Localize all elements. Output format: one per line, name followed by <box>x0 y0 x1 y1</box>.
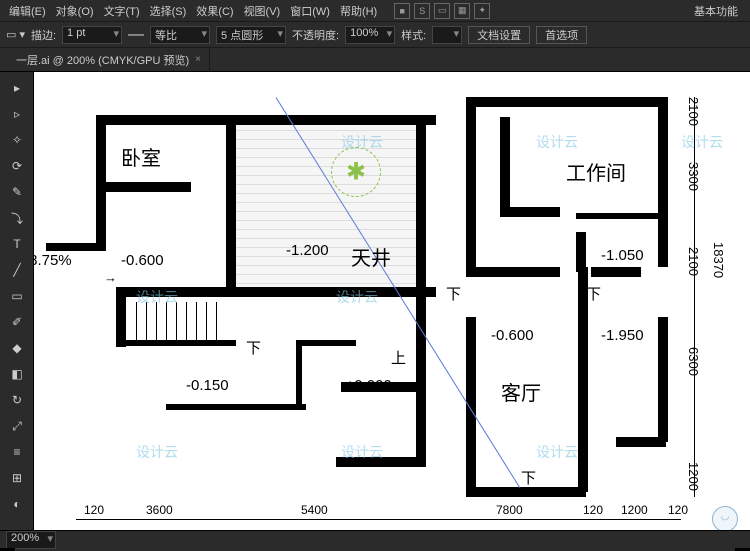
no-selection-icon: ▭ ▾ <box>6 28 25 41</box>
free-transform-tool[interactable]: ⊞ <box>2 466 32 490</box>
dim-v1200: 1200 <box>686 462 701 491</box>
watermark: 设计云 <box>536 132 578 152</box>
header-icon-1[interactable]: ■ <box>394 3 410 19</box>
tab-title: 一层.ai @ 200% (CMYK/GPU 预览) <box>16 52 189 68</box>
dim-5400: 5400 <box>301 503 328 517</box>
label-living: 客厅 <box>501 377 541 406</box>
dim-v6300: 6300 <box>686 347 701 376</box>
watermark: 设计云 <box>681 132 723 152</box>
shape-builder-tool[interactable]: ◐ <box>2 492 32 516</box>
dim-120b: 120 <box>583 503 603 517</box>
selection-tool[interactable]: ▸ <box>2 76 32 100</box>
arrow-down-1: 下 <box>246 337 261 358</box>
opacity-input[interactable]: 100% <box>345 26 395 44</box>
close-tab-icon[interactable]: × <box>195 54 201 65</box>
doc-setup-button[interactable]: 文档设置 <box>468 26 530 44</box>
curvature-tool[interactable]: ⤵ <box>2 206 32 230</box>
dim-120c: 120 <box>668 503 688 517</box>
level-slope: =18.75% <box>34 252 72 269</box>
dim-v2100a: 2100 <box>686 97 701 126</box>
dim-v3300: 3300 <box>686 162 701 191</box>
type-tool[interactable]: T <box>2 232 32 256</box>
magic-wand-tool[interactable]: ✧ <box>2 128 32 152</box>
assistant-icon[interactable] <box>712 506 738 530</box>
stroke-width-icon[interactable]: — <box>128 26 144 44</box>
document-tab[interactable]: 一层.ai @ 200% (CMYK/GPU 预览) × <box>8 48 210 72</box>
header-icon-3[interactable]: ▭ <box>434 3 450 19</box>
level-0600a: -0.600 <box>121 252 164 269</box>
frame-corner <box>0 0 15 15</box>
menu-effect[interactable]: 效果(C) <box>191 3 238 19</box>
level-0000: ±0.000 <box>346 377 392 394</box>
lasso-tool[interactable]: ⟳ <box>2 154 32 178</box>
menu-help[interactable]: 帮助(H) <box>335 3 382 19</box>
style-label: 样式: <box>401 27 426 43</box>
menu-text[interactable]: 文字(T) <box>99 3 145 19</box>
frame-corner <box>0 533 15 551</box>
rectangle-tool[interactable]: ▭ <box>2 284 32 308</box>
level-0150: -0.150 <box>186 377 229 394</box>
menu-object[interactable]: 对象(O) <box>51 3 99 19</box>
menu-select[interactable]: 选择(S) <box>145 3 192 19</box>
artboard: 卧室 天井 工作间 客厅 =18.75% -0.600 -1.200 -1.05… <box>34 72 750 530</box>
level-1050: -1.050 <box>601 247 644 264</box>
frame-corner <box>735 533 750 551</box>
level-0600b: -0.600 <box>491 327 534 344</box>
frame-corner <box>735 0 750 15</box>
dim-v18370: 18370 <box>711 242 726 278</box>
arrow-down-2: 下 <box>446 283 461 304</box>
width-tool[interactable]: ≡ <box>2 440 32 464</box>
profile-select[interactable]: 等比 <box>150 26 210 44</box>
brush-select[interactable]: 5 点圆形 <box>216 26 286 44</box>
stroke-weight-input[interactable]: 1 pt <box>62 26 122 44</box>
direct-select-tool[interactable]: ▹ <box>2 102 32 126</box>
dim-3600: 3600 <box>146 503 173 517</box>
arrow-down-3: 下 <box>586 283 601 304</box>
dim-v2100b: 2100 <box>686 247 701 276</box>
menu-window[interactable]: 窗口(W) <box>285 3 335 19</box>
plant-symbol <box>331 147 381 197</box>
menu-view[interactable]: 视图(V) <box>239 3 286 19</box>
header-icon-2[interactable]: S <box>414 3 430 19</box>
paintbrush-tool[interactable]: ✐ <box>2 310 32 334</box>
label-bedroom: 卧室 <box>121 142 161 171</box>
opacity-label: 不透明度: <box>292 27 339 43</box>
dim-120a: 120 <box>84 503 104 517</box>
shaper-tool[interactable]: ◆ <box>2 336 32 360</box>
level-1950: -1.950 <box>601 327 644 344</box>
header-icon-5[interactable]: ✦ <box>474 3 490 19</box>
canvas-area[interactable]: 卧室 天井 工作间 客厅 =18.75% -0.600 -1.200 -1.05… <box>34 72 750 530</box>
watermark: 设计云 <box>136 442 178 462</box>
stroke-label: 描边: <box>31 27 56 43</box>
style-select[interactable] <box>432 26 462 44</box>
arrow-down-4: 下 <box>521 467 536 488</box>
level-1200: -1.200 <box>286 242 329 259</box>
rotate-tool[interactable]: ↻ <box>2 388 32 412</box>
watermark: 设计云 <box>536 442 578 462</box>
dim-7800: 7800 <box>496 503 523 517</box>
label-skylight: 天井 <box>351 242 391 271</box>
header-icon-4[interactable]: ▦ <box>454 3 470 19</box>
line-tool[interactable]: ╱ <box>2 258 32 282</box>
eraser-tool[interactable]: ◧ <box>2 362 32 386</box>
dim-1200: 1200 <box>621 503 648 517</box>
arrow-up: 上 <box>391 347 406 368</box>
pen-tool[interactable]: ✎ <box>2 180 32 204</box>
label-studio: 工作间 <box>566 157 626 186</box>
preferences-button[interactable]: 首选项 <box>536 26 587 44</box>
scale-tool[interactable]: ⤢ <box>2 414 32 438</box>
